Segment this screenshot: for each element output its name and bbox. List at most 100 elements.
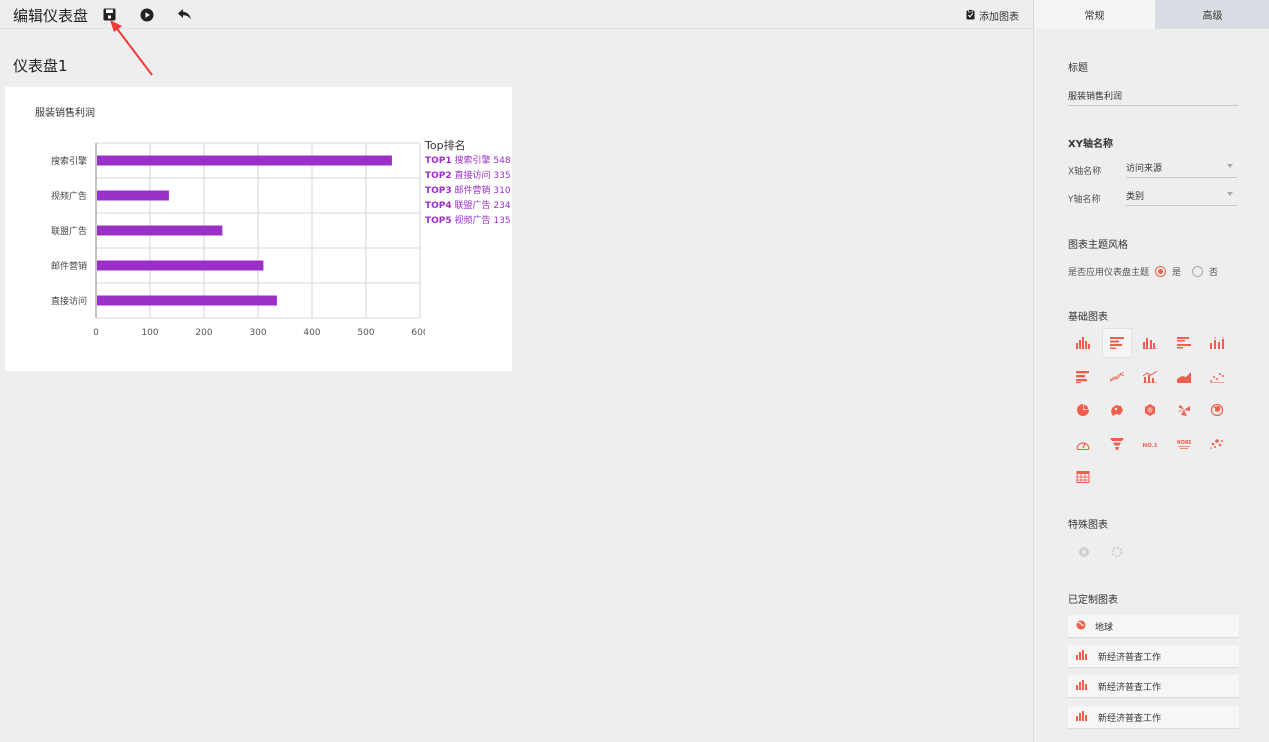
y-tick-label: 联盟广告 bbox=[51, 225, 87, 237]
custom-chart-label: 新经济普查工作 bbox=[1098, 652, 1162, 663]
undo-icon[interactable] bbox=[176, 6, 193, 23]
legend-text: 邮件营销 310 bbox=[454, 186, 511, 196]
theme-no-label: 否 bbox=[1209, 268, 1219, 278]
x-tick-label: 0 bbox=[93, 328, 99, 338]
bar bbox=[97, 225, 223, 236]
basic-charts-heading: 基础图表 bbox=[1068, 312, 1108, 323]
bar-chart-icon[interactable] bbox=[1068, 328, 1098, 358]
bar-chart: 0 100 200 300 400 500 600 搜索引擎视频广告联盟广告邮件营销直接访问 bbox=[51, 142, 425, 338]
x-tick-label: 200 bbox=[195, 328, 212, 338]
custom-chart-item[interactable]: 新经济普查工作 bbox=[1068, 645, 1239, 667]
legend-text: 联盟广告 234 bbox=[454, 201, 511, 211]
legend-row: TOP5 视频广告 135 bbox=[425, 214, 511, 229]
legend-row: TOP4 联盟广告 234 bbox=[425, 199, 511, 214]
y-tick-label: 搜索引擎 bbox=[51, 155, 87, 167]
custom-chart-item[interactable]: 新经济普查工作 bbox=[1068, 706, 1239, 728]
chevron-down-icon bbox=[1227, 192, 1233, 196]
horizontal-bar-icon[interactable] bbox=[1101, 328, 1132, 358]
add-chart-button[interactable]: 添加图表 bbox=[966, 8, 1019, 23]
legend-text: 搜索引擎 548 bbox=[454, 156, 511, 166]
legend-row: TOP3 邮件营销 310 bbox=[425, 184, 511, 199]
map-icon[interactable] bbox=[1102, 395, 1132, 425]
top-toolbar: 编辑仪表盘 添加图表 bbox=[0, 0, 1033, 29]
theme-yes-label: 是 bbox=[1172, 268, 1182, 278]
svg-text:WORD: WORD bbox=[1177, 440, 1191, 446]
svg-text:(NO.1): (NO.1) bbox=[1143, 443, 1157, 449]
x-tick-label: 100 bbox=[141, 328, 158, 338]
bar bbox=[97, 155, 392, 166]
x-axis-select[interactable]: 访问来源 bbox=[1126, 161, 1237, 178]
custom-chart-label: 地球 bbox=[1095, 622, 1114, 633]
scatter-map-icon[interactable] bbox=[1202, 429, 1232, 459]
hexagon-map-icon[interactable] bbox=[1135, 395, 1165, 425]
bar-chart-icon bbox=[1076, 710, 1089, 724]
title-input[interactable]: 服装销售利润 bbox=[1068, 89, 1238, 106]
number-card-icon[interactable]: (NO.1) bbox=[1135, 429, 1165, 459]
horizontal-grouped-bar-icon[interactable] bbox=[1169, 328, 1199, 358]
custom-charts-heading: 已定制图表 bbox=[1068, 595, 1118, 606]
table-icon[interactable] bbox=[1068, 462, 1098, 492]
play-icon[interactable] bbox=[138, 6, 155, 23]
special-chart-1-icon[interactable] bbox=[1069, 537, 1099, 567]
word-cloud-icon[interactable]: WORD bbox=[1169, 429, 1199, 459]
bar bbox=[97, 260, 264, 271]
line-bar-icon[interactable] bbox=[1135, 362, 1165, 392]
theme-yes-radio[interactable] bbox=[1155, 266, 1167, 277]
save-icon[interactable] bbox=[101, 6, 118, 23]
tab-general[interactable]: 常规 bbox=[1034, 0, 1155, 29]
y-tick-label: 视频广告 bbox=[51, 190, 87, 202]
legend-text: 视频广告 135 bbox=[454, 216, 511, 226]
theme-question: 是否应用仪表盘主题 bbox=[1068, 268, 1150, 278]
scatter-icon[interactable] bbox=[1202, 362, 1232, 392]
tab-advanced[interactable]: 高级 bbox=[1155, 0, 1269, 29]
line-chart-icon[interactable] bbox=[1102, 362, 1132, 392]
legend-row: TOP2 直接访问 335 bbox=[425, 169, 511, 184]
settings-panel: 常规 高级 标题 服装销售利润 XY轴名称 X轴名称 访问来源 Y轴名称 类别 … bbox=[1033, 0, 1269, 742]
xy-section-heading: XY轴名称 bbox=[1068, 139, 1113, 150]
stacked-horizontal-bar-icon[interactable] bbox=[1068, 362, 1098, 392]
page-title: 编辑仪表盘 bbox=[13, 7, 89, 25]
chevron-down-icon bbox=[1227, 164, 1233, 168]
area-chart-icon[interactable] bbox=[1169, 362, 1199, 392]
y-tick-label: 邮件营销 bbox=[51, 260, 87, 272]
x-tick-label: 300 bbox=[249, 328, 266, 338]
funnel-icon[interactable] bbox=[1102, 429, 1132, 459]
pie-chart-icon[interactable] bbox=[1068, 395, 1098, 425]
bar-chart-icon bbox=[1076, 679, 1089, 693]
bar-chart-icon bbox=[1076, 649, 1089, 663]
top-ranking-legend: Top排名 TOP1 搜索引擎 548 TOP2 直接访问 335 TOP3 邮… bbox=[425, 137, 511, 229]
legend-title: Top排名 bbox=[425, 139, 466, 152]
globe-icon bbox=[1076, 620, 1086, 633]
y-axis-value: 类别 bbox=[1126, 192, 1145, 202]
legend-rank: TOP1 bbox=[425, 156, 452, 166]
legend-rank: TOP2 bbox=[425, 171, 452, 181]
theme-no-radio[interactable] bbox=[1192, 266, 1204, 277]
dashboard-title: 仪表盘1 bbox=[13, 57, 68, 75]
y-axis-select[interactable]: 类别 bbox=[1126, 189, 1237, 206]
globe-icon[interactable] bbox=[1202, 395, 1232, 425]
gauge-icon[interactable] bbox=[1068, 429, 1098, 459]
theme-option-row: 是否应用仪表盘主题 是 否 bbox=[1068, 265, 1218, 278]
bar bbox=[97, 295, 277, 306]
add-chart-label: 添加图表 bbox=[979, 12, 1019, 23]
x-tick-label: 600 bbox=[411, 328, 425, 338]
special-chart-2-icon[interactable] bbox=[1102, 537, 1132, 567]
rose-icon[interactable] bbox=[1169, 395, 1199, 425]
title-section-heading: 标题 bbox=[1068, 63, 1088, 74]
legend-text: 直接访问 335 bbox=[454, 171, 511, 181]
legend-rank: TOP4 bbox=[425, 201, 452, 211]
custom-chart-item[interactable]: 地球 bbox=[1068, 615, 1239, 637]
bar bbox=[97, 190, 169, 201]
legend-rank: TOP5 bbox=[425, 216, 452, 226]
y-tick-label: 直接访问 bbox=[51, 295, 87, 307]
x-tick-label: 500 bbox=[357, 328, 374, 338]
bar-with-dots-icon[interactable] bbox=[1202, 328, 1232, 358]
chart-widget[interactable]: 服装销售利润 0100200300400500600搜索引擎视频广告联盟广告邮件… bbox=[5, 87, 512, 371]
x-tick-label: 400 bbox=[303, 328, 320, 338]
custom-chart-label: 新经济普查工作 bbox=[1098, 713, 1162, 724]
custom-chart-label: 新经济普查工作 bbox=[1098, 682, 1162, 693]
custom-chart-item[interactable]: 新经济普查工作 bbox=[1068, 675, 1239, 697]
clipboard-icon bbox=[966, 8, 975, 23]
x-axis-value: 访问来源 bbox=[1126, 164, 1163, 174]
grouped-bar-icon[interactable] bbox=[1135, 328, 1165, 358]
